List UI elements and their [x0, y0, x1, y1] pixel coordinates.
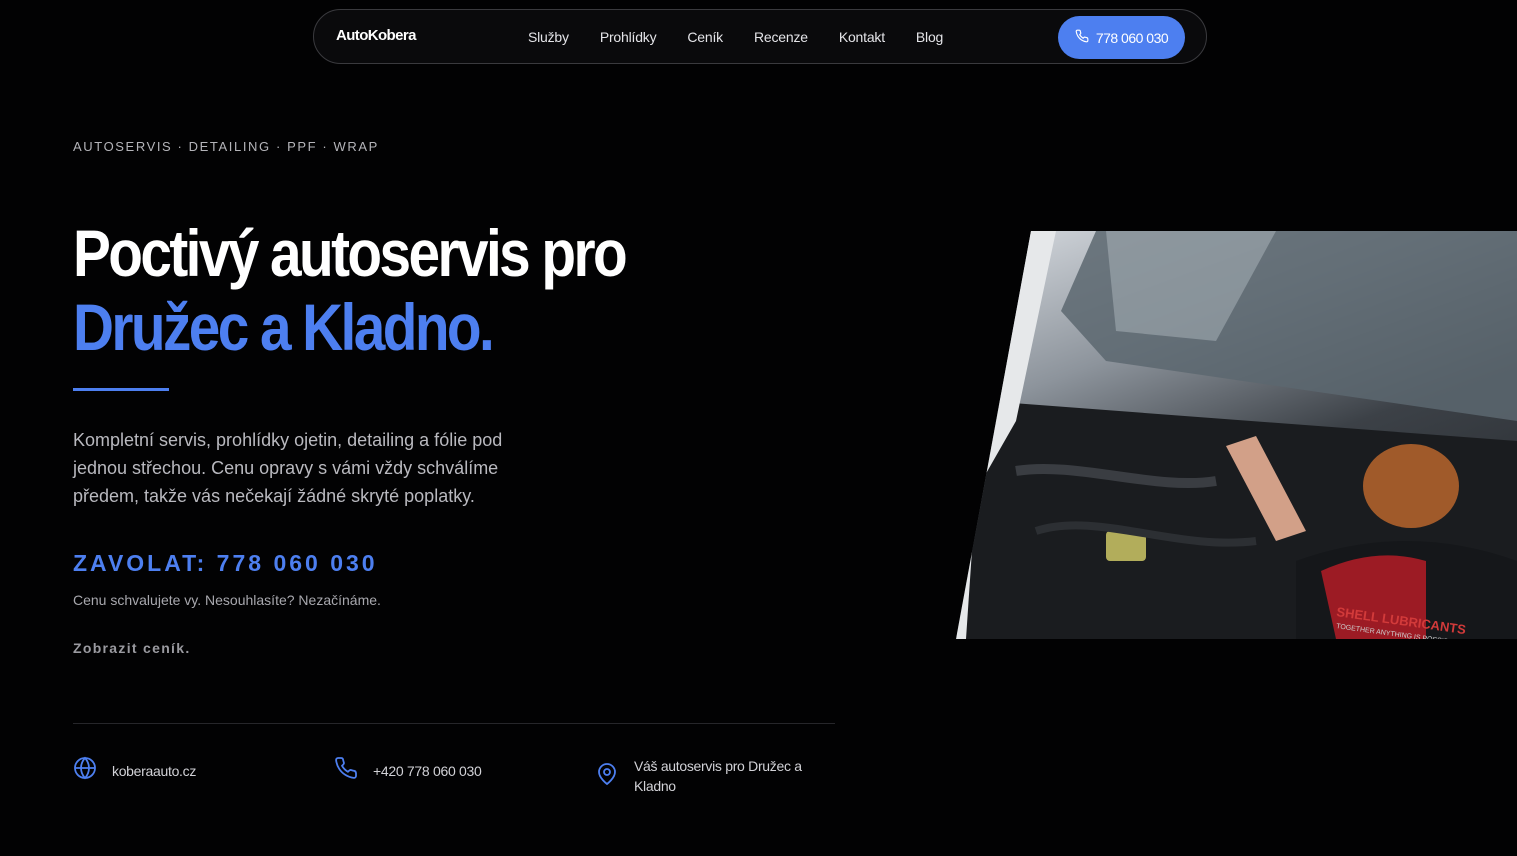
phone-cta-button[interactable]: 778 060 030 [1058, 16, 1185, 59]
hero-lead: Kompletní servis, prohlídky ojetin, deta… [73, 430, 503, 506]
nav-item-prohlidky[interactable]: Prohlídky [600, 29, 657, 45]
hero-title: Poctivý autoservis pro Družec a Kladno. [73, 216, 628, 364]
brand-logo[interactable]: AutoKobera [336, 27, 416, 44]
contact-website[interactable]: koberaauto.cz [73, 756, 196, 785]
location-text: Váš autoservis pro Družec a Kladno [634, 758, 802, 794]
globe-icon [73, 756, 97, 785]
hero-image-mechanic: SHELL LUBRICANTS TOGETHER ANYTHING IS PO… [956, 231, 1517, 639]
pricing-link[interactable]: Zobrazit ceník. [73, 640, 191, 656]
hero-title-line2: Družec a Kladno. [73, 290, 495, 364]
accent-divider [73, 388, 169, 391]
nav-item-cenik[interactable]: Ceník [687, 29, 723, 45]
call-cta-link[interactable]: ZAVOLAT: 778 060 030 [73, 550, 378, 577]
price-approval-note: Cenu schvalujete vy. Nesouhlasíte? Nezač… [73, 592, 381, 608]
top-navigation: AutoKobera Služby Prohlídky Ceník Recenz… [313, 9, 1207, 64]
contact-location: Váš autoservis pro Družec a Kladno [595, 756, 814, 796]
contact-phone[interactable]: +420 778 060 030 [334, 756, 482, 785]
phone-cta-label: 778 060 030 [1095, 29, 1169, 46]
phone-icon [334, 756, 358, 785]
phone-icon [1075, 29, 1089, 46]
hero-image-illustration: SHELL LUBRICANTS TOGETHER ANYTHING IS PO… [956, 231, 1517, 639]
nav-item-sluzby[interactable]: Služby [528, 29, 569, 45]
phone-text: +420 778 060 030 [373, 762, 482, 779]
nav-item-blog[interactable]: Blog [916, 29, 943, 45]
map-pin-icon [595, 762, 619, 791]
website-text: koberaauto.cz [112, 762, 197, 779]
hero-eyebrow: AUTOSERVIS · DETAILING · PPF · WRAP [73, 139, 379, 154]
nav-item-recenze[interactable]: Recenze [754, 29, 808, 45]
section-divider [73, 723, 835, 724]
nav-item-kontakt[interactable]: Kontakt [839, 29, 885, 45]
main-menu: Služby Prohlídky Ceník Recenze Kontakt B… [528, 29, 974, 45]
hero-title-line1: Poctivý autoservis pro [73, 216, 628, 290]
